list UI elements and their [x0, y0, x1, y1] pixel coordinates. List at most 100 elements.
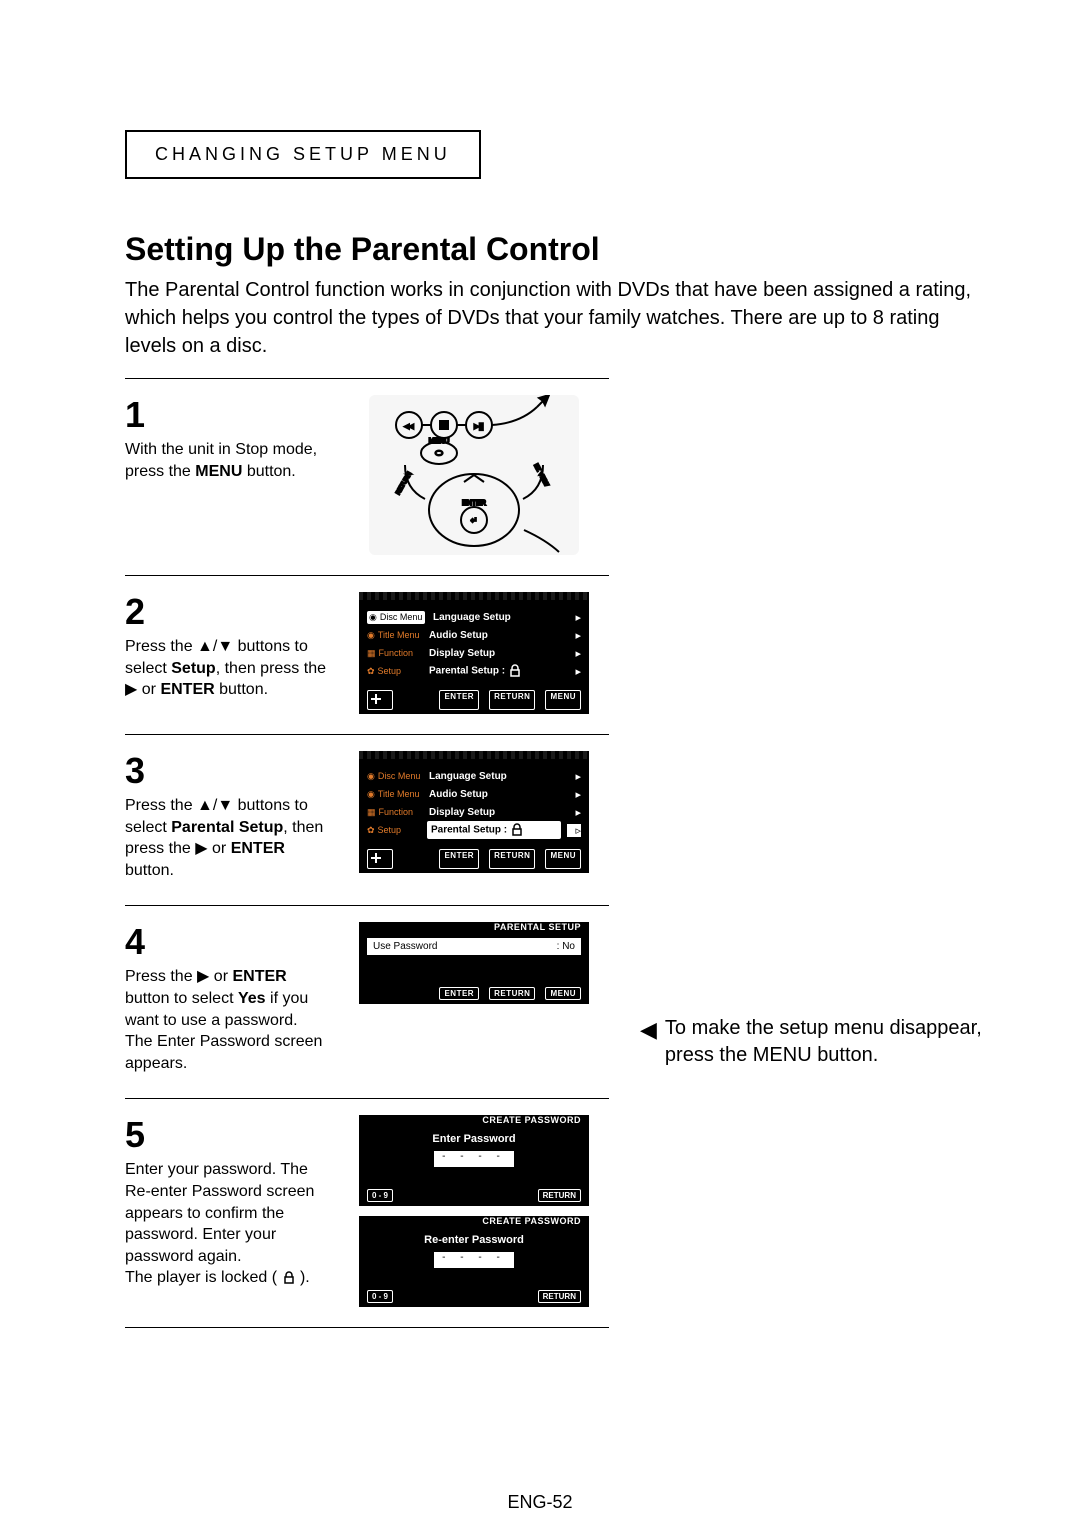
osd-item-selected: Parental Setup : — [427, 821, 561, 839]
digits-hint: 0 - 9 — [367, 1189, 393, 1202]
disc-icon: ◉ — [367, 630, 375, 641]
osd-item: Language Setup — [431, 612, 561, 623]
step-bold: MENU — [195, 463, 242, 480]
osd-parental-setup: PARENTAL SETUP Use Password : No ENTER RE… — [359, 922, 589, 1004]
disc-icon: ◉ — [369, 612, 377, 623]
osd-menu-btn: MENU — [545, 849, 581, 869]
osd-disc-menu: ◉Disc Menu — [367, 611, 425, 624]
osd-item: Language Setup — [427, 771, 561, 782]
step-text: button. — [125, 862, 174, 879]
step-text: Enter your password. The Re-enter Passwo… — [125, 1161, 314, 1264]
play-pause-icon: ▸▮ — [474, 421, 484, 431]
side-note: ▶ To make the setup menu disappear, pres… — [640, 1015, 1020, 1069]
step-number: 3 — [125, 753, 329, 789]
chevron-right-icon: ▸ — [567, 611, 581, 624]
step-number: 4 — [125, 924, 329, 960]
osd-enter: ENTER — [439, 849, 479, 869]
svg-text:RETURN: RETURN — [396, 471, 414, 496]
osd-item: Display Setup — [427, 648, 561, 659]
osd-title-menu: ◉Title Menu — [367, 630, 421, 641]
step-bold: ENTER — [231, 840, 285, 857]
step-2: 2 Press the ▲/▼ buttons to select Setup,… — [125, 575, 609, 734]
osd-return: RETURN — [489, 987, 535, 1000]
password-input-display: - - - - — [434, 1151, 514, 1167]
step-bold: ENTER — [160, 681, 214, 698]
step-bold: Setup — [171, 660, 215, 677]
osd-function: ▦Function — [367, 807, 421, 818]
svg-text:⬭: ⬭ — [435, 448, 443, 458]
chevron-right-icon: ▸ — [567, 788, 581, 801]
osd-setup: ✿Setup — [367, 825, 421, 836]
disc-icon: ◉ — [367, 771, 375, 782]
step-text: button. — [215, 681, 268, 698]
osd-setup: ✿Setup — [367, 666, 421, 677]
svg-text:ENTER: ENTER — [462, 500, 486, 507]
page-title: Setting Up the Parental Control — [125, 231, 990, 268]
step-5: 5 Enter your password. The Re-enter Pass… — [125, 1098, 609, 1328]
step-text: Press the — [125, 638, 197, 655]
osd-row-value: : No — [557, 941, 575, 952]
nav-pad-icon — [367, 849, 393, 869]
osd-return: RETURN — [489, 690, 535, 710]
step-text: Press the — [125, 797, 197, 814]
chevron-right-icon: ▸ — [567, 629, 581, 642]
intro-paragraph: The Parental Control function works in c… — [125, 276, 990, 360]
step-number: 5 — [125, 1117, 329, 1153]
lock-icon — [508, 664, 522, 678]
lock-icon — [282, 1271, 296, 1285]
step-bold: Yes — [238, 990, 266, 1007]
grid-icon: ▦ — [367, 648, 376, 659]
step-text: or — [137, 681, 160, 698]
step-number: 2 — [125, 594, 329, 630]
up-down-icon: ▲/▼ — [197, 638, 233, 655]
osd-return: RETURN — [538, 1290, 581, 1303]
remote-diagram: ◂◂ ▸▮ MENU ⬭ ↵ ENTER RETUR — [369, 395, 579, 555]
step-bold: ENTER — [232, 968, 286, 985]
chevron-right-icon: ▹ — [567, 824, 581, 837]
step-text: button to select — [125, 990, 238, 1007]
page-number: ENG-52 — [0, 1492, 1080, 1513]
disc-icon: ◉ — [367, 789, 375, 800]
svg-text:↵: ↵ — [471, 516, 478, 525]
osd-row-label: Use Password — [373, 941, 557, 952]
nav-pad-icon — [367, 690, 393, 710]
osd-enter: ENTER — [439, 690, 479, 710]
gear-icon: ✿ — [367, 666, 375, 677]
step-text: Press the — [125, 968, 197, 985]
right-icon: ▶ — [195, 840, 207, 857]
chevron-right-icon: ▸ — [567, 647, 581, 660]
osd-enter: ENTER — [439, 987, 479, 1000]
gear-icon: ✿ — [367, 825, 375, 836]
step-1: 1 With the unit in Stop mode, press the … — [125, 378, 609, 575]
password-input-display: - - - - — [434, 1252, 514, 1268]
digits-hint: 0 - 9 — [367, 1290, 393, 1303]
chevron-right-icon: ▸ — [567, 806, 581, 819]
step-bold: Parental Setup — [171, 819, 283, 836]
right-icon: ▶ — [125, 681, 137, 698]
osd-item: Audio Setup — [427, 630, 561, 641]
osd-title: CREATE PASSWORD — [359, 1216, 589, 1228]
step-text: or — [208, 840, 231, 857]
chevron-right-icon: ▸ — [567, 665, 581, 678]
lock-icon — [510, 823, 524, 837]
osd-label: Enter Password — [359, 1127, 589, 1147]
step-text: or — [209, 968, 232, 985]
chevron-right-icon: ▸ — [567, 770, 581, 783]
right-icon: ▶ — [197, 968, 209, 985]
svg-text:EZ VIEW: EZ VIEW — [532, 463, 549, 488]
svg-text:MENU: MENU — [429, 438, 450, 445]
step-text: , then press the — [216, 660, 326, 677]
osd-title: PARENTAL SETUP — [359, 922, 589, 934]
osd-create-password: CREATE PASSWORD Enter Password - - - - 0… — [359, 1115, 589, 1206]
osd-item: Parental Setup : — [427, 664, 561, 678]
osd-setup-menu: ◉Disc MenuLanguage Setup▸ ◉Title MenuAud… — [359, 751, 589, 873]
osd-function: ▦Function — [367, 648, 421, 659]
osd-item: Audio Setup — [427, 789, 561, 800]
skip-back-icon: ◂◂ — [404, 421, 414, 431]
up-down-icon: ▲/▼ — [197, 797, 233, 814]
step-3: 3 Press the ▲/▼ buttons to select Parent… — [125, 734, 609, 905]
step-4: 4 Press the ▶ or ENTER button to select … — [125, 905, 609, 1098]
note-arrow-icon: ▶ — [640, 1015, 657, 1069]
osd-label: Re-enter Password — [359, 1228, 589, 1248]
osd-menu-btn: MENU — [545, 690, 581, 710]
